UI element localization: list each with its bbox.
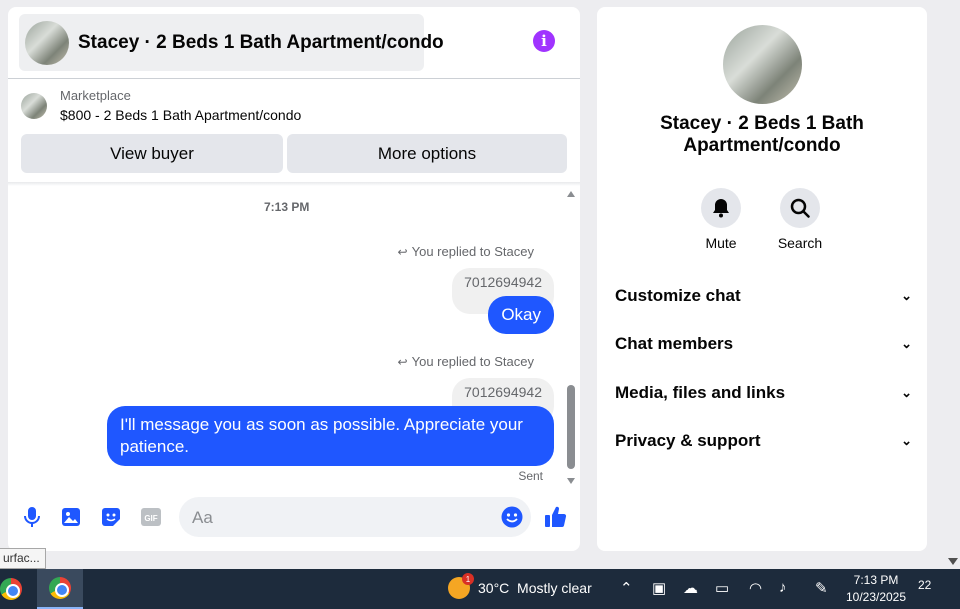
chat-panel: Stacey · 2 Beds 1 Bath Apartment/condo i… [8,7,580,551]
section-label: Chat members [615,334,734,353]
search-label: Search [777,235,823,251]
chat-scrollbar[interactable] [565,188,577,484]
clock-time: 7:13 PM [853,573,899,587]
scroll-down-arrow[interactable] [948,558,958,565]
mute-button[interactable]: Mute [691,188,751,251]
system-clock[interactable]: 7:13 PM 10/23/2025 [840,572,912,606]
bell-icon [701,188,741,228]
section-media-files-links[interactable]: Media, files and links ⌄ [615,383,912,403]
divider [8,78,580,79]
device-icon[interactable]: ▣ [652,579,666,597]
header-shadow [8,182,580,186]
info-icon[interactable]: i [533,30,555,52]
more-options-button[interactable]: More options [287,134,567,173]
reply-note-text: You replied to Stacey [411,354,534,369]
sticker-icon[interactable] [99,505,123,529]
scroll-thumb[interactable] [567,385,575,469]
chevron-down-icon: ⌄ [901,385,912,400]
section-privacy-support[interactable]: Privacy & support ⌄ [615,431,912,451]
scroll-up-arrow[interactable] [567,191,575,197]
search-button[interactable]: Search [770,188,830,251]
message-input[interactable] [192,507,492,529]
chat-header[interactable]: Stacey · 2 Beds 1 Bath Apartment/condo [19,14,444,71]
message-input-container[interactable] [179,497,531,537]
details-avatar [723,25,802,104]
weather-icon: 1 [448,573,474,599]
reply-icon: ↩ [397,354,408,369]
page-scrollbar[interactable] [945,0,960,569]
view-buyer-button[interactable]: View buyer [21,134,283,173]
chrome-icon [0,578,22,600]
reply-note-text: You replied to Stacey [411,244,534,259]
message-timestamp: 7:13 PM [264,200,310,214]
listing-avatar [25,20,69,65]
reply-note: ↩ You replied to Stacey [398,354,534,369]
section-label: Privacy & support [615,431,761,450]
conversation-details-panel: Stacey · 2 Beds 1 Bath Apartment/condo M… [597,7,927,551]
details-title: Stacey · 2 Beds 1 Bath Apartment/condo [660,113,864,156]
section-label: Media, files and links [615,383,786,402]
chevron-down-icon: ⌄ [901,336,912,351]
photo-icon[interactable] [59,505,83,529]
scroll-down-arrow[interactable] [567,478,575,484]
reply-icon: ↩ [397,244,408,259]
mute-label: Mute [705,235,737,251]
chevron-down-icon: ⌄ [901,433,912,448]
search-icon [780,188,820,228]
listing-summary[interactable]: Marketplace $800 - 2 Beds 1 Bath Apartme… [21,88,301,123]
chat-title: Stacey · 2 Beds 1 Bath Apartment/condo [78,31,444,53]
reply-note: ↩ You replied to Stacey [398,244,534,259]
pen-icon[interactable]: ✎ [815,579,828,597]
section-chat-members[interactable]: Chat members ⌄ [615,334,912,354]
chrome-icon [49,577,71,599]
svg-text:GIF: GIF [144,514,157,523]
microphone-icon[interactable] [20,505,44,529]
chrome-taskbar-app[interactable] [0,569,34,609]
weather-widget[interactable]: 1 30°C Mostly clear [448,573,592,599]
clock-date: 10/23/2025 [845,590,907,604]
listing-thumbnail [21,92,47,119]
weather-text: 30°C Mostly clear [478,580,592,596]
notification-center-icon[interactable]: 22 [918,578,940,598]
tooltip: urfac... [0,548,46,569]
notification-count: 22 [918,578,932,592]
emoji-icon[interactable] [500,505,524,529]
listing-title: $800 - 2 Beds 1 Bath Apartment/condo [60,107,302,123]
volume-icon[interactable]: ♪ [779,579,787,596]
taskbar: 1 30°C Mostly clear ⌃ ▣ ☁ ▭ ◠ ♪ ✎ 7:13 P… [0,569,960,609]
cloud-off-icon[interactable]: ☁ [683,579,698,597]
sent-status: Sent [518,469,543,483]
message-bubble[interactable]: Okay [488,296,554,334]
section-label: Customize chat [615,286,741,305]
chrome-taskbar-app-active[interactable] [37,569,83,609]
battery-icon[interactable]: ▭ [715,579,729,597]
thumbs-up-icon[interactable] [544,505,568,529]
gif-icon[interactable]: GIF [139,505,163,529]
chevron-down-icon: ⌄ [901,288,912,303]
wifi-icon[interactable]: ◠ [749,579,762,597]
weather-badge: 1 [462,573,474,585]
chevron-up-icon[interactable]: ⌃ [620,579,633,597]
message-bubble[interactable]: I'll message you as soon as possible. Ap… [107,406,554,466]
section-customize-chat[interactable]: Customize chat ⌄ [615,286,912,306]
listing-source: Marketplace [60,88,131,103]
